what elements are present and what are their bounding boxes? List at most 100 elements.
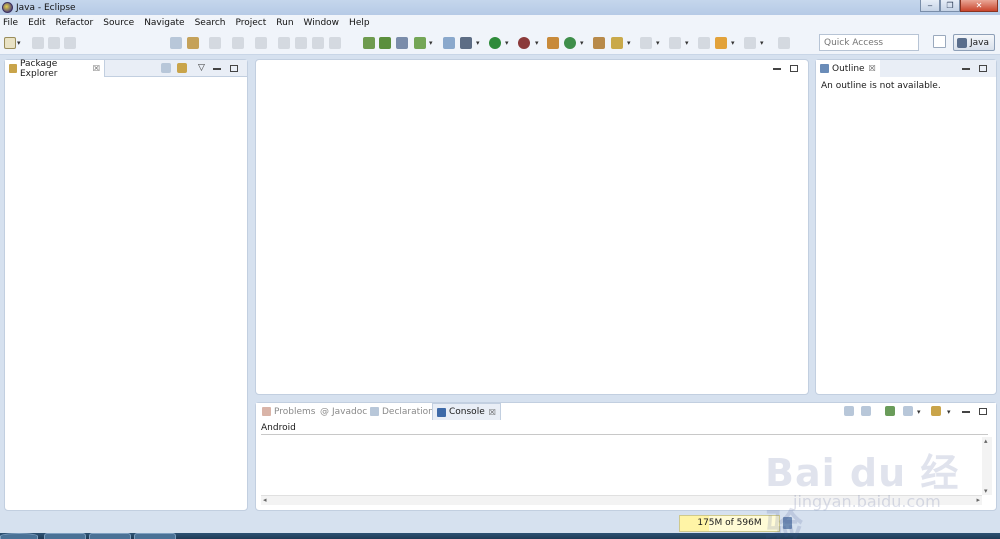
quick-access-input[interactable] [819,34,919,51]
tab-declaration[interactable]: Declaration [366,403,438,420]
maximize-view-icon[interactable] [230,65,238,72]
link-with-editor-icon[interactable] [177,63,187,73]
menu-search[interactable]: Search [195,18,226,28]
taskbar-app-button[interactable] [44,533,86,539]
open-task-icon[interactable] [170,37,182,49]
search-dropdown-icon[interactable]: ▾ [627,39,631,47]
new-android-xml-icon[interactable] [443,37,455,49]
menu-edit[interactable]: Edit [28,18,45,28]
scroll-up-icon[interactable]: ▴ [984,437,988,445]
start-button[interactable] [0,533,38,539]
last-edit-location-icon[interactable] [255,37,267,49]
minimize-editor-icon[interactable] [773,68,781,70]
minimize-view-icon[interactable] [213,68,221,70]
new-android-project-icon[interactable] [414,37,426,49]
pin-editor-icon[interactable] [778,37,790,49]
taskbar-app-button[interactable] [89,533,131,539]
open-console-dropdown-icon[interactable]: ▾ [947,408,951,416]
maximize-view-icon[interactable] [979,65,987,72]
prev-edit-dropdown-icon[interactable]: ▾ [685,39,689,47]
tab-console[interactable]: Console ☒ [432,403,501,420]
search-icon[interactable] [611,37,623,49]
new-class-dropdown-icon[interactable]: ▾ [580,39,584,47]
android-sdk-manager-icon[interactable] [363,37,375,49]
close-tab-icon[interactable]: ☒ [93,64,100,73]
toggle-mark-occurrences-icon[interactable] [187,37,199,49]
maximize-editor-icon[interactable] [790,65,798,72]
new-dropdown-icon[interactable]: ▾ [17,39,21,47]
java-perspective-button[interactable]: Java [953,34,995,51]
menu-source[interactable]: Source [103,18,134,28]
save-icon[interactable] [32,37,44,49]
minimize-button[interactable]: ‒ [920,0,940,12]
pin-console-icon[interactable] [885,406,895,416]
menu-window[interactable]: Window [304,18,340,28]
forward-history-icon[interactable] [698,37,710,49]
external-tools-icon[interactable] [518,37,530,49]
heap-status[interactable]: 175M of 596M [679,515,780,532]
close-window-button[interactable]: ✕ [960,0,998,12]
prev-annotation-icon[interactable] [232,37,244,49]
new-icon[interactable] [4,37,16,49]
android-avd-manager-icon[interactable] [379,37,391,49]
run-icon[interactable] [489,37,501,49]
tab-problems[interactable]: Problems [258,403,319,420]
scroll-right-icon[interactable]: ▸ [976,496,980,504]
forward-icon[interactable] [744,37,756,49]
vertical-scrollbar[interactable]: ▴ ▾ [982,437,992,495]
menu-run[interactable]: Run [276,18,293,28]
collapse-all-icon[interactable] [161,63,171,73]
view-menu-icon[interactable]: ▽ [198,63,205,73]
editor-area[interactable] [255,59,809,395]
open-console-icon[interactable] [931,406,941,416]
disconnect-icon[interactable] [329,37,341,49]
terminate-icon[interactable] [312,37,324,49]
resume-icon[interactable] [278,37,290,49]
menu-project[interactable]: Project [235,18,266,28]
external-tools-dropdown-icon[interactable]: ▾ [535,39,539,47]
maximize-view-icon[interactable] [979,408,987,415]
console-name: Android [261,423,296,433]
menu-help[interactable]: Help [349,18,370,28]
taskbar-app-button[interactable] [134,533,176,539]
back-icon[interactable] [715,37,727,49]
minimize-view-icon[interactable] [962,411,970,413]
menu-file[interactable]: File [3,18,18,28]
prev-edit-icon[interactable] [669,37,681,49]
lint-check-icon[interactable] [396,37,408,49]
menu-navigate[interactable]: Navigate [144,18,184,28]
display-console-icon[interactable] [903,406,913,416]
scroll-left-icon[interactable]: ◂ [263,496,267,504]
restore-button[interactable]: ❐ [940,0,960,12]
open-type-icon[interactable] [593,37,605,49]
android-project-dropdown-icon[interactable]: ▾ [429,39,433,47]
close-tab-icon[interactable]: ☒ [869,64,876,73]
garbage-collect-icon[interactable] [783,517,792,529]
suspend-icon[interactable] [295,37,307,49]
forward-dropdown-icon[interactable]: ▾ [760,39,764,47]
minimize-view-icon[interactable] [962,68,970,70]
next-edit-dropdown-icon[interactable]: ▾ [656,39,660,47]
close-tab-icon[interactable]: ☒ [489,408,496,417]
package-explorer-tab[interactable]: Package Explorer ☒ [5,59,105,79]
next-edit-icon[interactable] [640,37,652,49]
back-dropdown-icon[interactable]: ▾ [731,39,735,47]
scroll-down-icon[interactable]: ▾ [984,487,988,495]
next-annotation-icon[interactable] [209,37,221,49]
scroll-lock-icon[interactable] [861,406,871,416]
horizontal-scrollbar[interactable]: ◂ ▸ [261,495,982,505]
open-perspective-icon[interactable] [933,35,946,48]
declaration-icon [370,407,379,416]
run-dropdown-icon[interactable]: ▾ [505,39,509,47]
debug-icon[interactable] [460,37,472,49]
outline-tab[interactable]: Outline ☒ [816,60,880,77]
print-icon[interactable] [64,37,76,49]
tab-javadoc[interactable]: @ Javadoc [316,403,371,420]
save-all-icon[interactable] [48,37,60,49]
debug-dropdown-icon[interactable]: ▾ [476,39,480,47]
new-java-package-icon[interactable] [547,37,559,49]
menu-refactor[interactable]: Refactor [56,18,94,28]
new-java-class-icon[interactable] [564,37,576,49]
clear-console-icon[interactable] [844,406,854,416]
display-console-dropdown-icon[interactable]: ▾ [917,408,921,416]
